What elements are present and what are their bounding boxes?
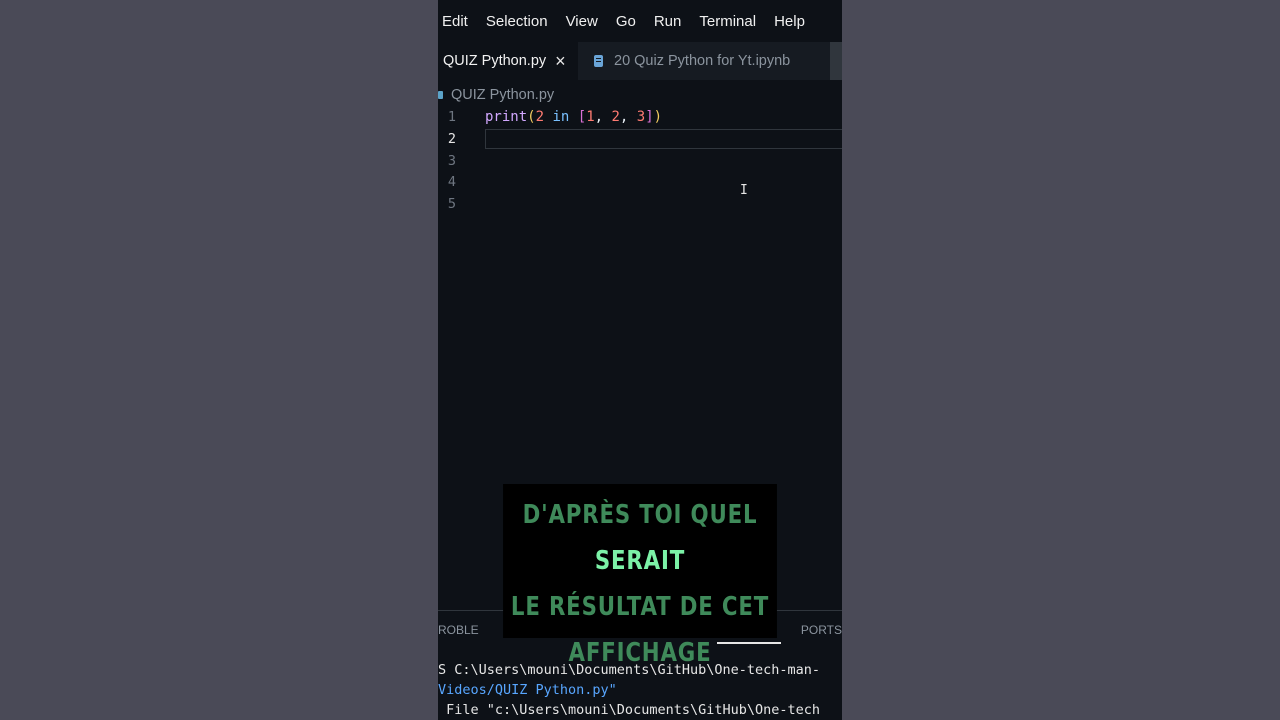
breadcrumb-file: QUIZ Python.py (451, 87, 555, 103)
menu-go[interactable]: Go (616, 13, 636, 30)
caption-text: D'APRÈS TOI QUEL (522, 500, 758, 530)
text-cursor-icon: I (740, 183, 748, 198)
caption-highlight: SERAIT (594, 546, 686, 576)
tab-label: 20 Quiz Python for Yt.ipynb (614, 53, 791, 69)
terminal-line: Videos/QUIZ Python.py" (438, 682, 617, 698)
code-line[interactable]: 1 print(2 in [1, 2, 3]) (438, 106, 842, 128)
line-number: 5 (447, 196, 456, 212)
caption-line: D'APRÈS TOI QUEL SERAIT (503, 492, 777, 584)
editor-tab-bar: QUIZ Python.py × 20 Quiz Python for Yt.i… (438, 42, 842, 80)
token-paren: ) (653, 109, 663, 125)
token-function: print (485, 109, 528, 125)
token-comma: , (594, 109, 612, 125)
token-number: 2 (611, 109, 620, 125)
line-number: 1 (447, 109, 456, 125)
token-comma: , (619, 109, 637, 125)
token-bracket: [ (577, 109, 587, 125)
quiz-caption-overlay: D'APRÈS TOI QUEL SERAIT LE RÉSULTAT DE C… (503, 484, 777, 668)
menu-selection[interactable]: Selection (486, 13, 548, 30)
menu-terminal[interactable]: Terminal (699, 13, 756, 30)
current-line-highlight (485, 129, 842, 149)
code-line[interactable]: 3 (438, 150, 842, 172)
notebook-icon (594, 55, 603, 67)
token-number: 2 (535, 109, 545, 125)
tab-quiz-python[interactable]: QUIZ Python.py × (438, 42, 578, 80)
close-icon[interactable]: × (555, 52, 566, 70)
code-line-current[interactable]: 2 (438, 128, 842, 150)
menu-help[interactable]: Help (774, 13, 805, 30)
tab-problems[interactable]: ROBLE (438, 623, 479, 637)
menu-run[interactable]: Run (654, 13, 682, 30)
menu-bar: Edit Selection View Go Run Terminal Help (438, 0, 842, 42)
token-bracket: ] (645, 109, 654, 125)
tab-scrollbar[interactable] (830, 42, 842, 80)
python-file-icon (438, 91, 443, 99)
token-keyword: in (544, 109, 578, 125)
code-text: print(2 in [1, 2, 3]) (485, 109, 662, 125)
tab-ports[interactable]: PORTS (801, 623, 842, 637)
token-number: 3 (636, 109, 646, 125)
terminal-line: File "c:\Users\mouni\Documents\GitHub\On… (438, 702, 821, 718)
caption-line: LE RÉSULTAT DE CET (510, 592, 770, 622)
breadcrumb[interactable]: QUIZ Python.py (438, 84, 554, 106)
caption-line: AFFICHAGE (568, 638, 712, 668)
menu-edit[interactable]: Edit (442, 13, 468, 30)
tab-label: QUIZ Python.py (443, 53, 547, 69)
token-paren: ( (527, 109, 536, 125)
menu-view[interactable]: View (566, 13, 598, 30)
token-number: 1 (586, 109, 595, 125)
code-line[interactable]: 5 (438, 193, 842, 215)
line-number: 2 (447, 131, 456, 147)
tab-quiz-notebook[interactable]: 20 Quiz Python for Yt.ipynb (578, 42, 822, 80)
code-line[interactable]: 4 (438, 171, 842, 193)
line-number: 3 (447, 153, 456, 169)
line-number: 4 (447, 174, 456, 190)
